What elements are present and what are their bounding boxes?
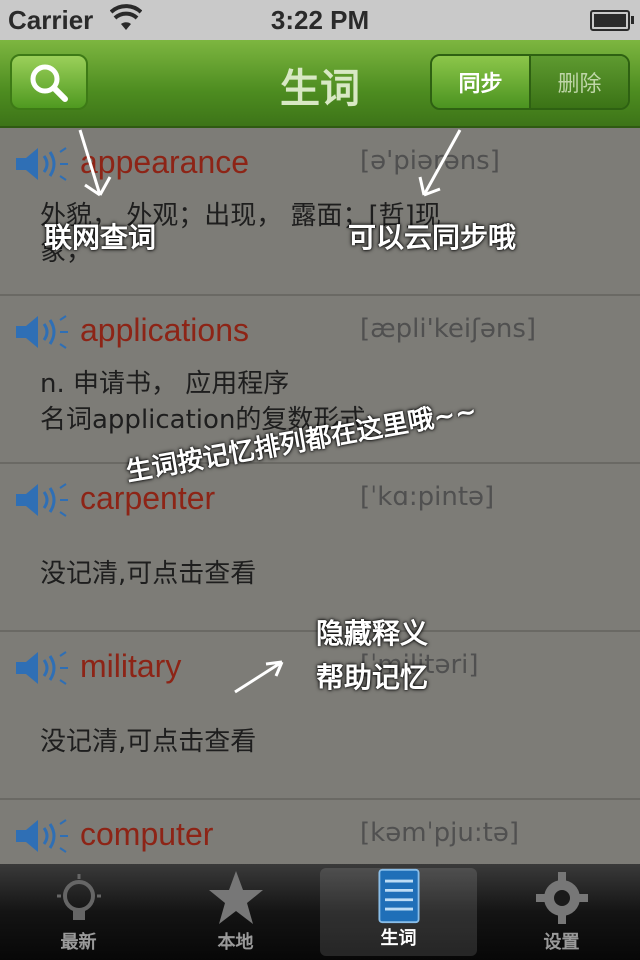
definition-line: n. 申请书， 应用程序	[40, 369, 290, 399]
tab-label: 最新	[60, 932, 97, 953]
notebook-icon	[377, 868, 420, 924]
definition-line[interactable]: 没记清,可点击查看	[40, 556, 600, 592]
phonetic-text: [æpli'keiʃəns]	[360, 314, 537, 344]
tab-local[interactable]: 本地	[157, 864, 314, 960]
definition-line[interactable]: 没记清,可点击查看	[40, 724, 600, 760]
clock: 3:22 PM	[270, 5, 370, 35]
word-text: applications	[80, 312, 249, 348]
tab-label: 生词	[380, 928, 417, 949]
arrow-icon	[418, 129, 462, 197]
tab-label: 设置	[543, 932, 580, 953]
arrow-icon	[78, 129, 112, 197]
lightbulb-icon	[56, 874, 101, 920]
hide-hint-line-1: 隐藏释义	[316, 617, 429, 650]
speaker-icon[interactable]	[12, 144, 72, 188]
gear-icon	[535, 872, 588, 924]
word-text: computer	[80, 816, 214, 852]
speaker-icon[interactable]	[12, 816, 72, 860]
phonetic-text: [kəmˈpju:tə]	[360, 818, 519, 848]
list-item[interactable]: computer [kəmˈpju:tə]	[0, 800, 640, 864]
sync-hint: 可以云同步哦	[348, 221, 517, 254]
delete-button[interactable]: 删除	[529, 56, 628, 108]
speaker-icon[interactable]	[12, 312, 72, 356]
arrow-icon	[234, 660, 284, 694]
word-text: military	[80, 648, 182, 684]
battery-icon	[590, 10, 634, 31]
hide-hint-line-2: 帮助记忆	[316, 661, 429, 694]
phonetic-text: [ˈkɑ:pintə]	[360, 482, 495, 512]
status-bar: Carrier 3:22 PM	[0, 0, 640, 40]
sync-button[interactable]: 同步	[432, 56, 529, 108]
sync-delete-segment: 同步 删除	[430, 54, 630, 110]
tab-bar: 最新 本地 生词 设置	[0, 864, 640, 960]
search-hint: 联网查词	[44, 221, 157, 254]
nav-bar: 生词 同步 删除	[0, 40, 640, 128]
tab-settings[interactable]: 设置	[483, 864, 640, 960]
word-text: carpenter	[80, 480, 216, 516]
star-icon	[208, 871, 263, 924]
speaker-icon[interactable]	[12, 648, 72, 692]
tab-label: 本地	[217, 932, 254, 953]
tab-latest[interactable]: 最新	[0, 864, 157, 960]
definition: 没记清,可点击查看	[40, 556, 600, 592]
tab-vocabulary[interactable]: 生词	[320, 868, 477, 956]
definition: 没记清,可点击查看	[40, 724, 600, 760]
list-item[interactable]: carpenter [ˈkɑ:pintə] 没记清,可点击查看	[0, 464, 640, 632]
speaker-icon[interactable]	[12, 480, 72, 524]
